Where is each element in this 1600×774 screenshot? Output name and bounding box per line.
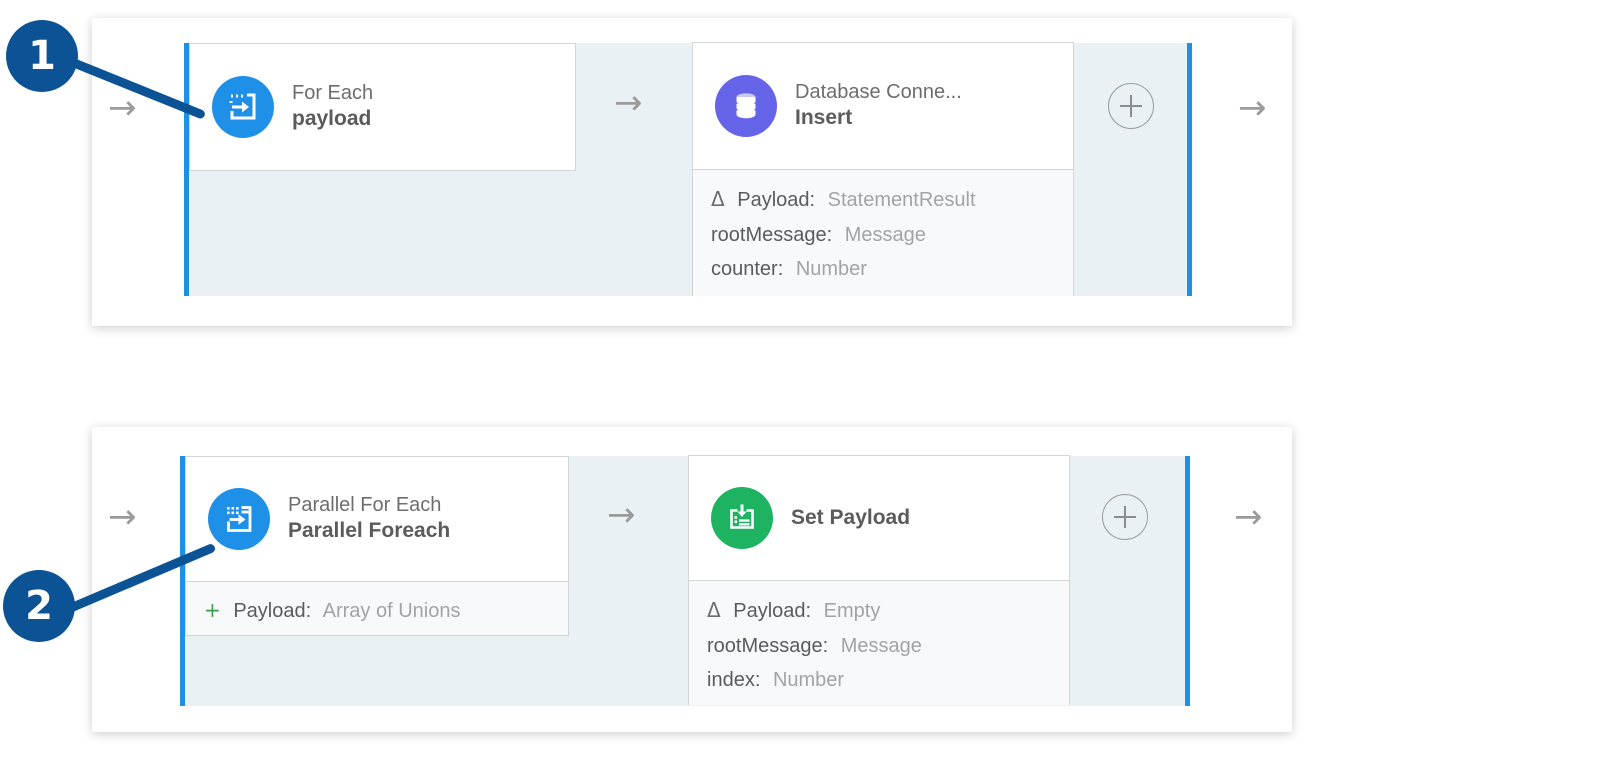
flow-2-lead-in-arrow: →: [108, 500, 137, 534]
metadata-value: StatementResult: [828, 189, 976, 211]
database-icon: [715, 75, 777, 137]
metadata-key: index:: [707, 669, 760, 691]
flow-1-lead-out-arrow: →: [1238, 91, 1267, 125]
metadata-row: Δ Payload: Empty: [707, 593, 1069, 629]
database-insert-node-subtitle: Database Conne...: [795, 80, 962, 106]
metadata-key: Payload:: [233, 600, 311, 622]
metadata-value: Message: [841, 635, 922, 657]
set-payload-node-title: Set Payload: [791, 505, 910, 532]
parallel-for-each-node-title: Parallel Foreach: [288, 518, 450, 545]
metadata-key: Payload:: [737, 189, 815, 211]
callout-badge-2: 2: [3, 570, 75, 642]
metadata-row: index: Number: [707, 663, 1069, 698]
set-payload-icon: [711, 487, 773, 549]
parallel-for-each-node-metadata: + Payload: Array of Unions: [186, 581, 568, 635]
parallel-for-each-node-subtitle: Parallel For Each: [288, 493, 450, 519]
metadata-key: Payload:: [733, 600, 811, 622]
metadata-row: rootMessage: Message: [711, 218, 1073, 253]
scope-bar-right-2: [1185, 456, 1190, 706]
flow-1-mid-arrow: →: [614, 86, 643, 120]
set-payload-node-metadata: Δ Payload: Empty rootMessage: Message in…: [689, 580, 1069, 705]
metadata-value: Number: [796, 258, 867, 280]
set-payload-node-labels: Set Payload: [791, 505, 910, 532]
parallel-for-each-icon: [208, 488, 270, 550]
diagram-canvas: For Each payload →: [0, 0, 1600, 774]
plus-icon-horizontal: [1120, 105, 1142, 107]
flow-2-mid-arrow: →: [607, 498, 636, 532]
metadata-key: counter:: [711, 258, 783, 280]
for-each-node-head[interactable]: For Each payload: [190, 44, 575, 170]
parallel-for-each-node-labels: Parallel For Each Parallel Foreach: [288, 493, 450, 545]
metadata-value: Message: [845, 224, 926, 246]
metadata-value: Array of Unions: [323, 600, 461, 622]
for-each-node-labels: For Each payload: [292, 81, 373, 133]
parallel-for-each-node-head[interactable]: Parallel For Each Parallel Foreach: [186, 457, 568, 581]
set-payload-node-head[interactable]: Set Payload: [689, 456, 1069, 580]
metadata-row: rootMessage: Message: [707, 629, 1069, 664]
database-insert-node-metadata: Δ Payload: StatementResult rootMessage: …: [693, 169, 1073, 296]
for-each-node-subtitle: For Each: [292, 81, 373, 107]
add-component-button-2[interactable]: [1102, 494, 1148, 540]
add-component-button-1[interactable]: [1108, 83, 1154, 129]
flow-card-1: For Each payload →: [92, 18, 1292, 326]
for-each-node[interactable]: For Each payload: [189, 43, 576, 171]
for-each-icon: [212, 76, 274, 138]
metadata-key: rootMessage:: [707, 635, 828, 657]
metadata-sigil: Δ: [707, 598, 721, 622]
metadata-sigil: Δ: [711, 187, 725, 211]
database-insert-node-head[interactable]: Database Conne... Insert: [693, 43, 1073, 169]
scope-region-1: For Each payload →: [184, 43, 1192, 296]
database-insert-node-title: Insert: [795, 105, 962, 132]
flow-1-lead-in-arrow: →: [108, 91, 137, 125]
scope-region-2: Parallel For Each Parallel Foreach + Pay…: [180, 456, 1190, 706]
metadata-row: Δ Payload: StatementResult: [711, 182, 1073, 218]
flow-card-2: Parallel For Each Parallel Foreach + Pay…: [92, 427, 1292, 732]
metadata-value: Empty: [824, 600, 881, 622]
metadata-key: rootMessage:: [711, 224, 832, 246]
metadata-row: counter: Number: [711, 252, 1073, 287]
metadata-value: Number: [773, 669, 844, 691]
plus-icon-horizontal: [1114, 516, 1136, 518]
flow-2-lead-out-arrow: →: [1234, 500, 1263, 534]
database-insert-node[interactable]: Database Conne... Insert Δ Payload: Stat…: [692, 42, 1074, 296]
for-each-node-title: payload: [292, 106, 373, 133]
metadata-row: + Payload: Array of Unions: [204, 593, 568, 629]
database-insert-node-labels: Database Conne... Insert: [795, 80, 962, 132]
scope-bar-right-1: [1187, 43, 1192, 296]
callout-badge-1: 1: [6, 20, 78, 92]
metadata-sigil: +: [204, 598, 221, 622]
parallel-for-each-node[interactable]: Parallel For Each Parallel Foreach + Pay…: [185, 456, 569, 636]
set-payload-node[interactable]: Set Payload Δ Payload: Empty rootMessage…: [688, 455, 1070, 705]
